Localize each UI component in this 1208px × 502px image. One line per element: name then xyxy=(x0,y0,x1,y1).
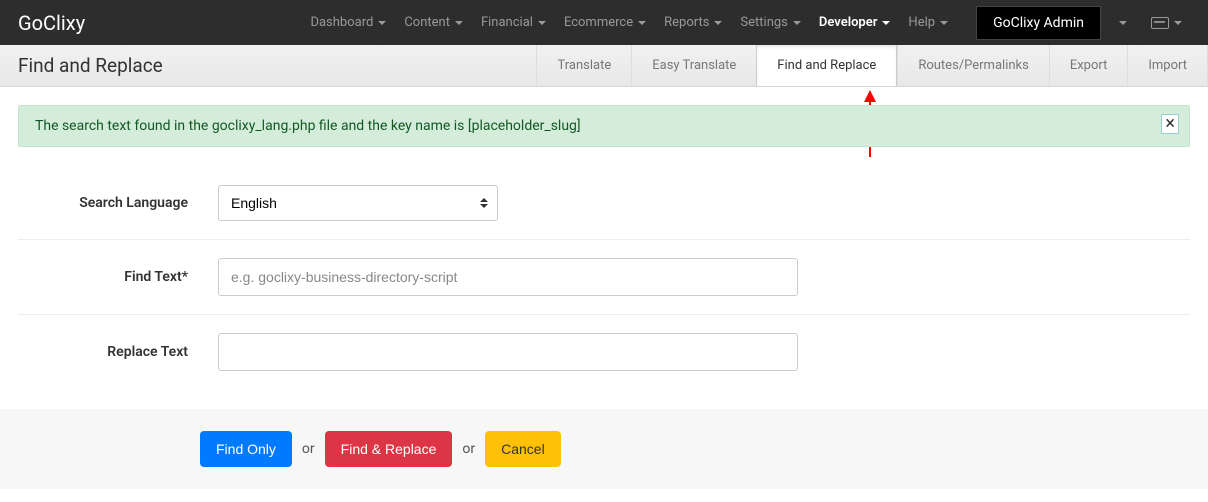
nav-label: Ecommerce xyxy=(564,15,633,30)
nav-label: Financial xyxy=(481,15,533,30)
admin-dropdown-button[interactable] xyxy=(1109,15,1135,31)
find-replace-form: Search Language English Find Text* Repla… xyxy=(18,147,1190,389)
page-title: Find and Replace xyxy=(18,54,163,77)
nav-settings[interactable]: Settings xyxy=(732,3,808,42)
nav-help[interactable]: Help xyxy=(900,3,956,42)
caret-down-icon xyxy=(714,21,722,25)
nav-label: Help xyxy=(908,15,935,30)
nav-label: Settings xyxy=(740,15,787,30)
success-alert: The search text found in the goclixy_lan… xyxy=(18,105,1190,147)
brand-logo[interactable]: GoClixy xyxy=(18,11,85,35)
nav-ecommerce[interactable]: Ecommerce xyxy=(556,3,654,42)
caret-down-icon xyxy=(793,21,801,25)
tab-translate[interactable]: Translate xyxy=(536,45,631,86)
main-nav-menu: Dashboard Content Financial Ecommerce Re… xyxy=(302,3,956,42)
caret-down-icon xyxy=(455,21,463,25)
nav-label: Reports xyxy=(664,15,709,30)
or-separator: or xyxy=(302,441,315,457)
row-search-language: Search Language English xyxy=(18,167,1190,240)
row-find-text: Find Text* xyxy=(18,240,1190,315)
find-text-input[interactable] xyxy=(218,258,798,296)
find-only-button[interactable]: Find Only xyxy=(200,431,292,467)
nav-content[interactable]: Content xyxy=(396,3,471,42)
label-find-text: Find Text* xyxy=(18,269,218,285)
replace-text-input[interactable] xyxy=(218,333,798,371)
nav-label: Dashboard xyxy=(310,15,373,30)
caret-down-icon xyxy=(940,21,948,25)
top-navbar: GoClixy Dashboard Content Financial Ecom… xyxy=(0,0,1208,45)
nav-dashboard[interactable]: Dashboard xyxy=(302,3,394,42)
caret-down-icon xyxy=(638,21,646,25)
alert-close-button[interactable]: × xyxy=(1161,114,1179,134)
caret-down-icon xyxy=(378,21,386,25)
or-separator: or xyxy=(462,441,475,457)
tab-find-and-replace[interactable]: Find and Replace xyxy=(756,45,897,86)
keyboard-shortcuts-button[interactable] xyxy=(1143,11,1190,35)
nav-developer[interactable]: Developer xyxy=(811,3,899,42)
label-replace-text: Replace Text xyxy=(18,344,218,360)
tab-export[interactable]: Export xyxy=(1049,45,1128,86)
cancel-button[interactable]: Cancel xyxy=(485,431,561,467)
find-and-replace-button[interactable]: Find & Replace xyxy=(325,431,453,467)
form-actions: Find Only or Find & Replace or Cancel xyxy=(0,409,1208,489)
subheader: Find and Replace Translate Easy Translat… xyxy=(0,45,1208,87)
tab-routes-permalinks[interactable]: Routes/Permalinks xyxy=(897,45,1049,86)
nav-financial[interactable]: Financial xyxy=(473,3,554,42)
tab-bar: Translate Easy Translate Find and Replac… xyxy=(536,45,1208,86)
search-language-select[interactable]: English xyxy=(218,185,498,221)
label-search-language: Search Language xyxy=(18,195,218,211)
row-replace-text: Replace Text xyxy=(18,315,1190,389)
admin-user-button[interactable]: GoClixy Admin xyxy=(976,6,1101,40)
nav-label: Content xyxy=(404,15,450,30)
content-area: The search text found in the goclixy_lan… xyxy=(0,87,1208,389)
caret-down-icon xyxy=(538,21,546,25)
caret-down-icon xyxy=(1174,21,1182,25)
caret-down-icon xyxy=(1119,21,1127,25)
admin-section: GoClixy Admin xyxy=(976,6,1190,40)
keyboard-icon xyxy=(1151,17,1169,29)
tab-easy-translate[interactable]: Easy Translate xyxy=(631,45,756,86)
nav-label: Developer xyxy=(819,15,878,30)
alert-message: The search text found in the goclixy_lan… xyxy=(35,118,581,134)
tab-import[interactable]: Import xyxy=(1127,45,1208,86)
caret-down-icon xyxy=(882,21,890,25)
nav-reports[interactable]: Reports xyxy=(656,3,730,42)
